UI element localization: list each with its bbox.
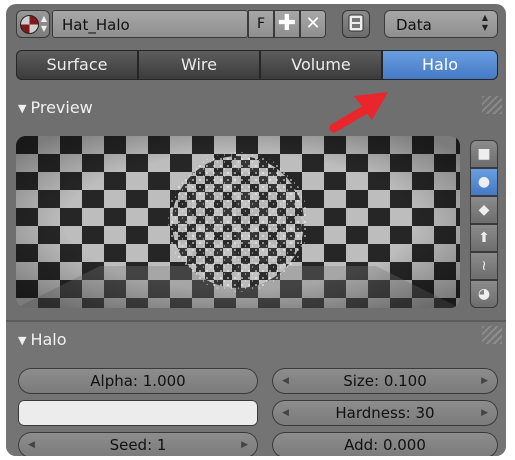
panel-drag-grip-icon[interactable] [482,326,502,344]
unlink-material-button[interactable]: ✕ [300,10,326,38]
hardness-value: Hardness: 30 [335,404,435,422]
collapse-triangle-icon: ▼ [18,334,27,347]
material-preview-render [16,136,460,308]
pin-icon [348,14,364,32]
hair-preview-button[interactable]: ≀ [470,252,498,280]
material-sphere-icon [20,15,39,34]
material-name-text: Hat_Halo [62,16,130,34]
pin-button[interactable] [342,10,370,38]
plane-icon: ■ [477,146,491,162]
tab-wire[interactable]: Wire [138,50,260,80]
increment-arrow-icon[interactable]: ▶ [241,432,248,456]
new-material-button[interactable]: ✚ [274,10,300,38]
tab-halo[interactable]: Halo [382,50,498,80]
data-dropdown[interactable]: Data ▲ ▼ [384,10,498,38]
monkey-preview-button[interactable]: ⬆ [470,224,498,252]
tab-volume[interactable]: Volume [260,50,382,80]
x-icon: ✕ [305,13,321,34]
material-name-field[interactable]: Hat_Halo [52,10,248,38]
preview-render-image [16,136,460,308]
alpha-value: Alpha: 1.000 [90,372,186,390]
cube-icon: ◆ [478,202,490,218]
updown-arrows-icon: ▲ ▼ [481,13,489,32]
size-value: Size: 0.100 [343,372,427,390]
halo-panel-header[interactable]: ▼ Halo [18,330,67,349]
hair-icon: ≀ [481,258,487,274]
halo-color-swatch[interactable] [18,400,258,426]
seed-value: Seed: 1 [109,436,167,454]
updown-arrows-icon: ▲ ▼ [40,14,48,33]
plane-preview-button[interactable]: ■ [470,140,498,168]
fake-user-button[interactable]: F [248,10,274,38]
seed-field[interactable]: ◀ Seed: 1 ▶ [18,432,258,456]
sphere-preview-button[interactable]: ● [470,168,498,196]
annotation-arrow-icon [329,92,388,133]
decrement-arrow-icon[interactable]: ◀ [282,400,289,426]
add-slider[interactable]: Add: 0.000 [272,432,498,456]
preview-panel-header[interactable]: ▼ Preview [18,98,93,117]
tab-surface[interactable]: Surface [16,50,138,80]
sky-icon: ◕ [477,286,491,302]
sky-preview-button[interactable]: ◕ [470,280,498,308]
increment-arrow-icon[interactable]: ▶ [481,368,488,394]
material-browse-button[interactable]: ▲ ▼ [16,10,50,38]
preview-title: Preview [30,98,93,117]
sphere-icon: ● [477,174,491,190]
decrement-arrow-icon[interactable]: ◀ [28,432,35,456]
material-properties-panel: ▲ ▼ Hat_Halo F ✚ ✕ Data ▲ ▼ Surface Wire V… [6,4,506,456]
add-value: Add: 0.000 [344,436,426,454]
decrement-arrow-icon[interactable]: ◀ [282,368,289,394]
increment-arrow-icon[interactable]: ▶ [481,400,488,426]
hardness-field[interactable]: ◀ Hardness: 30 ▶ [272,400,498,426]
halo-title: Halo [30,330,67,349]
size-field[interactable]: ◀ Size: 0.100 ▶ [272,368,498,394]
cube-preview-button[interactable]: ◆ [470,196,498,224]
monkey-icon: ⬆ [478,230,490,246]
collapse-triangle-icon: ▼ [18,102,27,115]
data-dropdown-label: Data [396,16,432,34]
alpha-slider[interactable]: Alpha: 1.000 [18,368,258,394]
panel-drag-grip-icon[interactable] [482,96,502,114]
plus-icon: ✚ [277,11,297,36]
